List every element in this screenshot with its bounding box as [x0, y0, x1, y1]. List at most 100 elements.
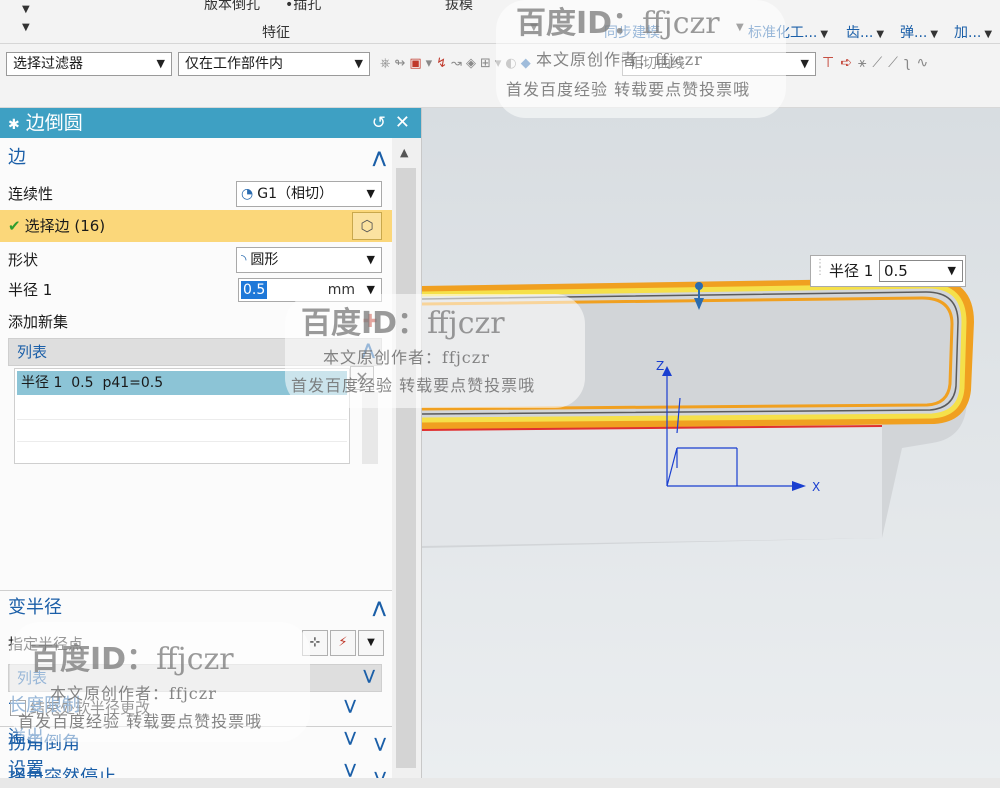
edge-list-header[interactable]: 列表 ⋀	[8, 338, 382, 366]
ribbon-command-label[interactable]: 拔模	[445, 0, 473, 14]
graphics-viewport[interactable]: Z X	[422, 108, 1000, 778]
circular-shape-icon: ◝	[241, 252, 247, 268]
snap-arrow-icon[interactable]: ↬	[394, 56, 409, 71]
ribbon-command-label[interactable]: 版本倒孔	[204, 0, 260, 14]
continuity-label: 连续性	[8, 185, 54, 203]
chevron-down-icon[interactable]: ⋁	[344, 690, 356, 722]
snap-box-icon[interactable]: ▣	[409, 56, 425, 71]
section-title: 变半径	[8, 597, 62, 618]
select-edge-label: ✔ 选择边 (16)	[8, 217, 106, 235]
tangent-icon: ◔	[241, 186, 254, 202]
edge-set-list[interactable]: 半径 1 0.5 p41=0.5	[14, 368, 350, 464]
selection-scope-dropdown[interactable]: 仅在工作部件内 ▼	[178, 52, 370, 76]
snap-toolbar-icons[interactable]: ⎈↬▣▾↯↝◈⊞▾◐◆	[380, 56, 535, 71]
line-icon[interactable]: ⟋	[888, 55, 904, 71]
arc-icon[interactable]: ʅ	[904, 55, 916, 71]
chevron-up-icon[interactable]: ⋀	[373, 142, 386, 174]
radius-row: 半径 1 0.5 mm ▼	[0, 274, 392, 306]
radius-input[interactable]: 0.5 mm ▼	[238, 278, 382, 302]
edge-section-header[interactable]: 边 ⋀	[0, 142, 392, 174]
add-set-row: 添加新集 ✚	[0, 306, 392, 338]
snap-dropdown-icon[interactable]: ▾	[426, 56, 437, 71]
shape-label: 形状	[8, 251, 39, 269]
ribbon-tab-machining[interactable]: 加... ▼	[954, 22, 992, 42]
radius-unit: mm	[327, 282, 355, 298]
close-icon[interactable]: ✕	[395, 108, 410, 138]
ribbon-group-label: 特征	[262, 25, 290, 41]
snap-face-icon[interactable]: ◈	[466, 56, 480, 71]
shape-row: 形状 ◝ 圆形 ▼	[0, 244, 392, 276]
radius-handle-dot[interactable]	[695, 282, 703, 290]
model-view[interactable]: Z X	[422, 108, 1000, 778]
list-gridline	[17, 419, 347, 420]
dialog-title-bar[interactable]: ✱ 边倒圆 ↺ ✕	[0, 108, 421, 138]
list-item[interactable]: 半径 1 0.5 p41=0.5	[17, 371, 347, 395]
radius-tip-label: 半径 1	[829, 262, 874, 280]
line-icon[interactable]: ⟋	[872, 55, 888, 71]
axis-z-label: Z	[656, 359, 664, 373]
chevron-down-icon[interactable]: ⋁	[344, 722, 356, 754]
list-scrollbar[interactable]	[362, 392, 378, 464]
snap-solid-icon[interactable]: ◆	[521, 56, 535, 71]
axis-x-label: X	[812, 480, 820, 494]
point-type-dropdown[interactable]: ▼	[358, 630, 384, 656]
ribbon-sync-modeling[interactable]: 同步建模	[604, 22, 660, 42]
ribbon-tab-standard[interactable]: 标准化工... ▼	[748, 22, 828, 42]
snap-grid-icon[interactable]: ⊞	[480, 56, 495, 71]
chevron-down-icon[interactable]: ⋁	[363, 663, 375, 689]
section-title: 长度限制	[8, 695, 80, 716]
remove-item-button[interactable]: ✕	[350, 366, 374, 390]
follow-fillet-icon[interactable]: ⊤	[822, 55, 840, 71]
ribbon-collapse-arrow[interactable]: ▼	[22, 4, 30, 15]
curve-rule-dropdown[interactable]: 相切曲线 ▼	[622, 52, 816, 76]
feature-curve-icon[interactable]: ⚹	[858, 55, 872, 71]
chevron-down-icon[interactable]: ⋁	[344, 754, 356, 778]
radius-point-row: 指定半径点 ⊹ ⚡ ▼	[0, 628, 392, 660]
continuity-dropdown[interactable]: ◔ G1（相切） ▼	[236, 181, 382, 207]
overflow-section-header[interactable]: 溢出 ⋁	[0, 722, 392, 754]
dialog-title: 边倒圆	[25, 112, 83, 134]
select-edge-row[interactable]: ✔ 选择边 (16) ⬡	[0, 210, 392, 242]
add-new-set-button[interactable]: ✚	[358, 310, 382, 334]
chevron-up-icon[interactable]: ⋀	[362, 337, 375, 363]
ribbon-group-arrow[interactable]: ▼	[530, 22, 538, 33]
dialog-scrollbar[interactable]: ▲	[392, 138, 421, 778]
selection-filter-dropdown[interactable]: 选择过滤器 ▼	[6, 52, 172, 76]
ribbon-command-label[interactable]: •插孔	[285, 0, 321, 14]
variable-radius-list-header[interactable]: 列表 ⋁	[8, 664, 382, 692]
add-set-label: 添加新集	[8, 313, 69, 331]
chevron-up-icon[interactable]: ⋀	[373, 592, 386, 624]
inferred-point-icon[interactable]: ⚡	[330, 630, 356, 656]
radius-unit-dropdown[interactable]: ▼	[367, 279, 375, 301]
snap-dropdown-icon[interactable]: ▾	[495, 56, 506, 71]
length-limit-section-header[interactable]: 长度限制 ⋁	[0, 690, 392, 722]
scroll-thumb[interactable]	[396, 168, 416, 768]
selection-intent-icons[interactable]: ⊤➪⚹⟋⟋ʅ∿	[822, 55, 934, 71]
ribbon-tab-spring[interactable]: 弹... ▼	[900, 22, 938, 42]
shape-dropdown[interactable]: ◝ 圆形 ▼	[236, 247, 382, 273]
ribbon-more-arrow[interactable]: ▼	[22, 22, 30, 33]
settings-section-header[interactable]: 设置 ⋁	[0, 754, 392, 778]
stop-at-intersection-icon[interactable]: ➪	[840, 55, 858, 71]
ribbon-tab-gear[interactable]: 齿... ▼	[846, 22, 884, 42]
select-edge-cube-icon[interactable]: ⬡	[352, 212, 382, 240]
continuity-row: 连续性 ◔ G1（相切） ▼	[0, 178, 392, 210]
radius-onscreen-input[interactable]: ⋮ ⋮ 半径 1 0.5 ▼	[810, 255, 966, 287]
point-dialog-icon[interactable]: ⊹	[302, 630, 328, 656]
spline-icon[interactable]: ∿	[916, 55, 934, 71]
snap-body-icon[interactable]: ◐	[505, 56, 520, 71]
radius-value[interactable]: 0.5	[241, 281, 268, 299]
radius-tip-value-box[interactable]: 0.5 ▼	[879, 260, 963, 282]
scroll-up-arrow[interactable]: ▲	[400, 146, 408, 159]
selection-toolbar: 选择过滤器 ▼ 仅在工作部件内 ▼ ⎈↬▣▾↯↝◈⊞▾◐◆ 相切曲线 ▼ ⊤➪⚹⟋⟋ʅ…	[0, 44, 1000, 82]
snap-tangent-icon[interactable]: ↝	[451, 56, 466, 71]
variable-radius-section-header[interactable]: 变半径 ⋀	[0, 592, 392, 624]
drag-grip-icon[interactable]: ⋮ ⋮	[815, 259, 825, 277]
dialog-menu-icon[interactable]: ✱	[8, 117, 20, 133]
section-title: 溢出	[8, 727, 44, 748]
list-label: 列表	[17, 343, 48, 361]
snap-curve-icon[interactable]: ↯	[436, 56, 451, 71]
snap-point-icon[interactable]: ⎈	[380, 56, 394, 71]
reset-icon[interactable]: ↺	[372, 108, 386, 138]
ribbon-sync-arrow[interactable]: ▼	[736, 22, 744, 33]
